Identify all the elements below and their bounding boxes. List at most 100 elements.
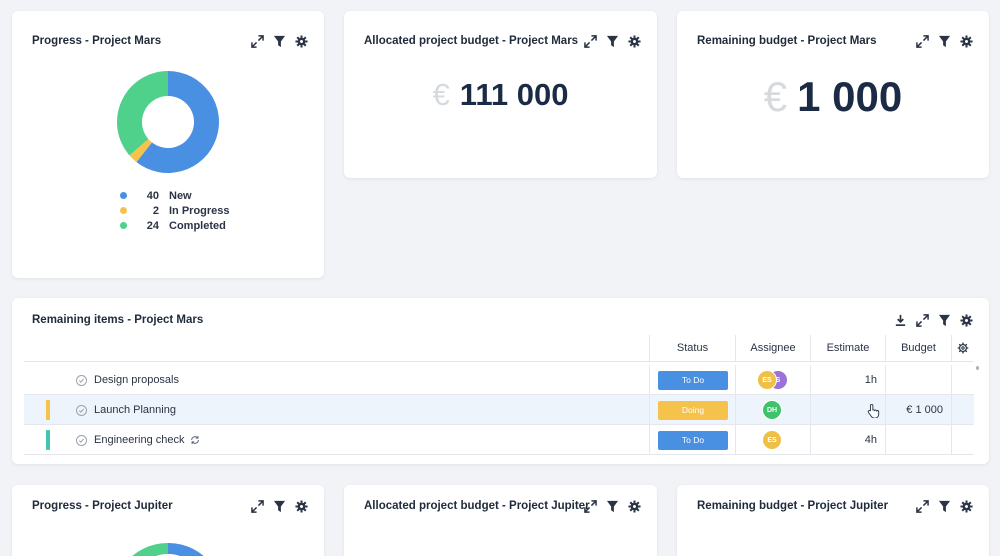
expand-icon[interactable] xyxy=(583,499,597,513)
budget-value: €1 000 xyxy=(677,73,989,121)
gear-icon[interactable] xyxy=(959,313,973,327)
column-header-status[interactable]: Status xyxy=(649,335,735,362)
avatar[interactable]: ES xyxy=(762,430,782,450)
status-cell: Doing xyxy=(649,395,735,425)
card-toolbar xyxy=(250,34,308,48)
table-row[interactable]: Design proposals To Do S ES 1h xyxy=(24,365,974,395)
avatar[interactable]: DH xyxy=(762,400,782,420)
gear-icon[interactable] xyxy=(627,499,641,513)
gear-icon[interactable] xyxy=(294,499,308,513)
task-label: Engineering check xyxy=(94,434,185,446)
gear-icon[interactable] xyxy=(294,34,308,48)
budget-cell[interactable]: € 1 000 xyxy=(885,395,951,425)
currency-symbol: € xyxy=(763,73,788,120)
task-label: Design proposals xyxy=(94,374,179,386)
legend-dot-completed xyxy=(120,222,127,229)
progress-jupiter-card: Progress - Project Jupiter xyxy=(12,485,324,556)
card-title: Remaining items - Project Mars xyxy=(32,314,204,326)
legend-item-new: 40 New xyxy=(120,188,230,203)
status-badge[interactable]: To Do xyxy=(658,430,728,450)
expand-icon[interactable] xyxy=(915,313,929,327)
legend-label: In Progress xyxy=(169,204,230,217)
budget-cell[interactable] xyxy=(885,425,951,455)
currency-symbol: € xyxy=(432,77,450,112)
amount: 1 000 xyxy=(797,73,903,120)
card-title: Progress - Project Mars xyxy=(32,35,162,47)
filter-icon[interactable] xyxy=(272,499,286,513)
status-badge[interactable]: To Do xyxy=(658,370,728,390)
task-name[interactable]: Launch Planning xyxy=(76,395,176,425)
task-name[interactable]: Engineering check xyxy=(76,425,200,455)
check-circle-icon[interactable] xyxy=(76,404,87,416)
row-end-cell xyxy=(951,365,974,395)
donut-chart xyxy=(117,71,219,173)
legend-value: 40 xyxy=(146,189,159,202)
table-header: Status Assignee Estimate Budget xyxy=(24,335,974,362)
row-end-cell xyxy=(951,395,974,425)
column-header-budget[interactable]: Budget xyxy=(885,335,951,362)
card-title: Remaining budget - Project Mars xyxy=(697,35,877,47)
check-circle-icon[interactable] xyxy=(76,434,87,446)
card-title: Allocated project budget - Project Jupit… xyxy=(364,500,590,512)
assignee-cell: ES xyxy=(735,425,810,455)
column-settings-icon[interactable] xyxy=(951,335,974,362)
legend-dot-in-progress xyxy=(120,207,127,214)
card-toolbar xyxy=(915,34,973,48)
expand-icon[interactable] xyxy=(915,34,929,48)
card-title: Remaining budget - Project Jupiter xyxy=(697,500,889,512)
row-color-indicator xyxy=(46,430,50,450)
gear-icon[interactable] xyxy=(959,34,973,48)
assignee-cell: S ES xyxy=(735,365,810,395)
filter-icon[interactable] xyxy=(937,499,951,513)
estimate-cell[interactable]: 4h xyxy=(810,425,885,455)
task-label: Launch Planning xyxy=(94,404,176,416)
expand-icon[interactable] xyxy=(915,499,929,513)
remaining-items-card: Remaining items - Project Mars Status As… xyxy=(12,298,989,464)
expand-icon[interactable] xyxy=(583,34,597,48)
legend-label: New xyxy=(169,189,192,202)
donut-chart-partial xyxy=(132,542,204,556)
legend-dot-new xyxy=(120,192,127,199)
table-row[interactable]: Engineering check To Do ES 4h xyxy=(24,425,974,455)
budget-cell[interactable] xyxy=(885,365,951,395)
filter-icon[interactable] xyxy=(272,34,286,48)
amount: 111 000 xyxy=(459,77,569,112)
avatar[interactable]: ES xyxy=(757,370,777,390)
chart-legend: 40 New 2 In Progress 24 Completed xyxy=(120,188,230,233)
status-cell: To Do xyxy=(649,425,735,455)
legend-item-completed: 24 Completed xyxy=(120,218,230,233)
remaining-budget-jupiter-card: Remaining budget - Project Jupiter xyxy=(677,485,989,556)
card-toolbar xyxy=(893,313,973,327)
card-title: Progress - Project Jupiter xyxy=(32,500,173,512)
estimate-cell[interactable]: 1h xyxy=(810,365,885,395)
filter-icon[interactable] xyxy=(605,34,619,48)
check-circle-icon[interactable] xyxy=(76,374,87,386)
expand-icon[interactable] xyxy=(250,499,264,513)
scrollbar[interactable] xyxy=(976,366,979,370)
donut-slice-completed[interactable] xyxy=(117,71,168,156)
row-end-cell xyxy=(951,425,974,455)
status-cell: To Do xyxy=(649,365,735,395)
table-row[interactable]: Launch Planning Doing DH € 1 000 xyxy=(24,395,974,425)
estimate-cell[interactable] xyxy=(810,395,885,425)
row-color-indicator xyxy=(46,400,50,420)
allocated-budget-jupiter-card: Allocated project budget - Project Jupit… xyxy=(344,485,657,556)
task-name[interactable]: Design proposals xyxy=(76,365,179,395)
progress-mars-card: Progress - Project Mars 40 New 2 In Progre… xyxy=(12,11,324,278)
status-badge[interactable]: Doing xyxy=(658,400,728,420)
remaining-budget-mars-card: Remaining budget - Project Mars €1 000 xyxy=(677,11,989,178)
filter-icon[interactable] xyxy=(937,34,951,48)
filter-icon[interactable] xyxy=(937,313,951,327)
card-toolbar xyxy=(915,499,973,513)
card-toolbar xyxy=(583,499,641,513)
gear-icon[interactable] xyxy=(627,34,641,48)
pointer-cursor-icon xyxy=(867,403,880,418)
download-icon[interactable] xyxy=(893,313,907,327)
card-title: Allocated project budget - Project Mars xyxy=(364,35,579,47)
filter-icon[interactable] xyxy=(605,499,619,513)
column-header-assignee[interactable]: Assignee xyxy=(735,335,810,362)
expand-icon[interactable] xyxy=(250,34,264,48)
legend-item-in-progress: 2 In Progress xyxy=(120,203,230,218)
gear-icon[interactable] xyxy=(959,499,973,513)
column-header-estimate[interactable]: Estimate xyxy=(810,335,885,362)
